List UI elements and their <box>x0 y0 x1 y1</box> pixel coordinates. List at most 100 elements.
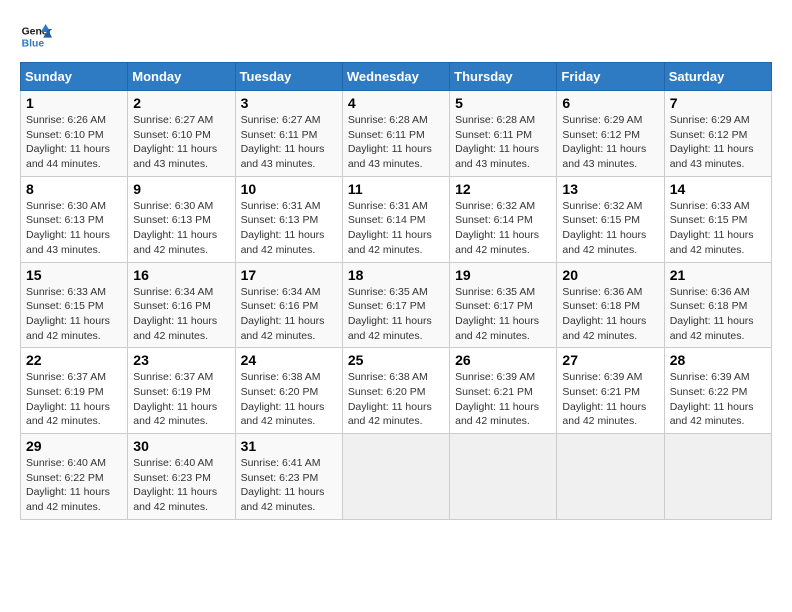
day-detail: Sunrise: 6:32 AMSunset: 6:14 PMDaylight:… <box>455 200 539 256</box>
weekday-header-row: SundayMondayTuesdayWednesdayThursdayFrid… <box>21 63 772 91</box>
calendar-cell: 20 Sunrise: 6:36 AMSunset: 6:18 PMDayligh… <box>557 262 664 348</box>
day-detail: Sunrise: 6:29 AMSunset: 6:12 PMDaylight:… <box>562 114 646 170</box>
calendar-cell: 30 Sunrise: 6:40 AMSunset: 6:23 PMDayligh… <box>128 434 235 520</box>
day-detail: Sunrise: 6:38 AMSunset: 6:20 PMDaylight:… <box>348 371 432 427</box>
calendar-cell: 7 Sunrise: 6:29 AMSunset: 6:12 PMDaylight… <box>664 91 771 177</box>
day-detail: Sunrise: 6:35 AMSunset: 6:17 PMDaylight:… <box>348 286 432 342</box>
day-detail: Sunrise: 6:41 AMSunset: 6:23 PMDaylight:… <box>241 457 325 513</box>
calendar-cell: 24 Sunrise: 6:38 AMSunset: 6:20 PMDayligh… <box>235 348 342 434</box>
calendar-cell: 6 Sunrise: 6:29 AMSunset: 6:12 PMDaylight… <box>557 91 664 177</box>
calendar-cell: 16Sunrise: 6:34 AMSunset: 6:16 PMDayligh… <box>128 262 235 348</box>
calendar-cell: 10 Sunrise: 6:31 AMSunset: 6:13 PMDayligh… <box>235 176 342 262</box>
calendar-cell: 9 Sunrise: 6:30 AMSunset: 6:13 PMDaylight… <box>128 176 235 262</box>
day-detail: Sunrise: 6:39 AMSunset: 6:22 PMDaylight:… <box>670 371 754 427</box>
calendar-cell: 29Sunrise: 6:40 AMSunset: 6:22 PMDayligh… <box>21 434 128 520</box>
day-number: 24 <box>241 352 337 368</box>
day-detail: Sunrise: 6:38 AMSunset: 6:20 PMDaylight:… <box>241 371 325 427</box>
header-area: General Blue <box>20 20 772 52</box>
day-number: 14 <box>670 181 766 197</box>
calendar-cell: 3 Sunrise: 6:27 AMSunset: 6:11 PMDaylight… <box>235 91 342 177</box>
day-number: 12 <box>455 181 551 197</box>
weekday-header-sunday: Sunday <box>21 63 128 91</box>
calendar-cell <box>450 434 557 520</box>
day-detail: Sunrise: 6:29 AMSunset: 6:12 PMDaylight:… <box>670 114 754 170</box>
calendar-cell: 19Sunrise: 6:35 AMSunset: 6:17 PMDayligh… <box>450 262 557 348</box>
day-number: 26 <box>455 352 551 368</box>
day-number: 1 <box>26 95 122 111</box>
weekday-header-monday: Monday <box>128 63 235 91</box>
calendar-week-3: 22 Sunrise: 6:37 AMSunset: 6:19 PMDayligh… <box>21 348 772 434</box>
day-detail: Sunrise: 6:39 AMSunset: 6:21 PMDaylight:… <box>455 371 539 427</box>
day-number: 5 <box>455 95 551 111</box>
calendar-week-2: 15 Sunrise: 6:33 AMSunset: 6:15 PMDayligh… <box>21 262 772 348</box>
svg-text:Blue: Blue <box>22 38 45 49</box>
day-detail: Sunrise: 6:27 AMSunset: 6:10 PMDaylight:… <box>133 114 217 170</box>
calendar-cell: 8 Sunrise: 6:30 AMSunset: 6:13 PMDaylight… <box>21 176 128 262</box>
day-number: 4 <box>348 95 444 111</box>
day-number: 18 <box>348 267 444 283</box>
calendar-cell: 31Sunrise: 6:41 AMSunset: 6:23 PMDayligh… <box>235 434 342 520</box>
day-detail: Sunrise: 6:40 AMSunset: 6:22 PMDaylight:… <box>26 457 110 513</box>
day-detail: Sunrise: 6:30 AMSunset: 6:13 PMDaylight:… <box>26 200 110 256</box>
day-number: 6 <box>562 95 658 111</box>
day-number: 13 <box>562 181 658 197</box>
logo-icon: General Blue <box>20 20 52 52</box>
calendar-cell: 13 Sunrise: 6:32 AMSunset: 6:15 PMDayligh… <box>557 176 664 262</box>
calendar-cell: 17Sunrise: 6:34 AMSunset: 6:16 PMDayligh… <box>235 262 342 348</box>
weekday-header-wednesday: Wednesday <box>342 63 449 91</box>
day-detail: Sunrise: 6:37 AMSunset: 6:19 PMDaylight:… <box>26 371 110 427</box>
weekday-header-friday: Friday <box>557 63 664 91</box>
day-detail: Sunrise: 6:31 AMSunset: 6:13 PMDaylight:… <box>241 200 325 256</box>
calendar-cell <box>664 434 771 520</box>
day-number: 21 <box>670 267 766 283</box>
day-detail: Sunrise: 6:27 AMSunset: 6:11 PMDaylight:… <box>241 114 325 170</box>
calendar-cell: 18 Sunrise: 6:35 AMSunset: 6:17 PMDayligh… <box>342 262 449 348</box>
calendar-week-1: 8 Sunrise: 6:30 AMSunset: 6:13 PMDaylight… <box>21 176 772 262</box>
day-detail: Sunrise: 6:28 AMSunset: 6:11 PMDaylight:… <box>348 114 432 170</box>
day-number: 15 <box>26 267 122 283</box>
calendar-cell: 26 Sunrise: 6:39 AMSunset: 6:21 PMDayligh… <box>450 348 557 434</box>
calendar-cell: 14Sunrise: 6:33 AMSunset: 6:15 PMDayligh… <box>664 176 771 262</box>
day-number: 16 <box>133 267 229 283</box>
day-detail: Sunrise: 6:36 AMSunset: 6:18 PMDaylight:… <box>562 286 646 342</box>
day-number: 3 <box>241 95 337 111</box>
day-number: 2 <box>133 95 229 111</box>
calendar-cell: 11Sunrise: 6:31 AMSunset: 6:14 PMDayligh… <box>342 176 449 262</box>
day-detail: Sunrise: 6:28 AMSunset: 6:11 PMDaylight:… <box>455 114 539 170</box>
calendar-cell: 15 Sunrise: 6:33 AMSunset: 6:15 PMDayligh… <box>21 262 128 348</box>
weekday-header-saturday: Saturday <box>664 63 771 91</box>
calendar-cell: 5 Sunrise: 6:28 AMSunset: 6:11 PMDaylight… <box>450 91 557 177</box>
day-detail: Sunrise: 6:30 AMSunset: 6:13 PMDaylight:… <box>133 200 217 256</box>
day-detail: Sunrise: 6:26 AMSunset: 6:10 PMDaylight:… <box>26 114 110 170</box>
day-detail: Sunrise: 6:31 AMSunset: 6:14 PMDaylight:… <box>348 200 432 256</box>
day-number: 20 <box>562 267 658 283</box>
calendar-cell <box>342 434 449 520</box>
day-number: 28 <box>670 352 766 368</box>
day-number: 22 <box>26 352 122 368</box>
day-number: 10 <box>241 181 337 197</box>
day-detail: Sunrise: 6:39 AMSunset: 6:21 PMDaylight:… <box>562 371 646 427</box>
calendar-cell: 12 Sunrise: 6:32 AMSunset: 6:14 PMDayligh… <box>450 176 557 262</box>
day-number: 7 <box>670 95 766 111</box>
calendar-cell <box>557 434 664 520</box>
calendar-week-0: 1 Sunrise: 6:26 AMSunset: 6:10 PMDaylight… <box>21 91 772 177</box>
day-number: 27 <box>562 352 658 368</box>
day-detail: Sunrise: 6:40 AMSunset: 6:23 PMDaylight:… <box>133 457 217 513</box>
day-detail: Sunrise: 6:32 AMSunset: 6:15 PMDaylight:… <box>562 200 646 256</box>
calendar-cell: 21 Sunrise: 6:36 AMSunset: 6:18 PMDayligh… <box>664 262 771 348</box>
day-detail: Sunrise: 6:33 AMSunset: 6:15 PMDaylight:… <box>26 286 110 342</box>
day-number: 8 <box>26 181 122 197</box>
calendar-cell: 28 Sunrise: 6:39 AMSunset: 6:22 PMDayligh… <box>664 348 771 434</box>
day-detail: Sunrise: 6:36 AMSunset: 6:18 PMDaylight:… <box>670 286 754 342</box>
day-detail: Sunrise: 6:34 AMSunset: 6:16 PMDaylight:… <box>241 286 325 342</box>
day-detail: Sunrise: 6:35 AMSunset: 6:17 PMDaylight:… <box>455 286 539 342</box>
day-number: 9 <box>133 181 229 197</box>
calendar-body: 1 Sunrise: 6:26 AMSunset: 6:10 PMDaylight… <box>21 91 772 520</box>
calendar-cell: 2 Sunrise: 6:27 AMSunset: 6:10 PMDaylight… <box>128 91 235 177</box>
day-detail: Sunrise: 6:37 AMSunset: 6:19 PMDaylight:… <box>133 371 217 427</box>
day-number: 30 <box>133 438 229 454</box>
calendar-week-4: 29Sunrise: 6:40 AMSunset: 6:22 PMDayligh… <box>21 434 772 520</box>
calendar-cell: 22 Sunrise: 6:37 AMSunset: 6:19 PMDayligh… <box>21 348 128 434</box>
calendar-cell: 1 Sunrise: 6:26 AMSunset: 6:10 PMDaylight… <box>21 91 128 177</box>
logo: General Blue <box>20 20 52 52</box>
